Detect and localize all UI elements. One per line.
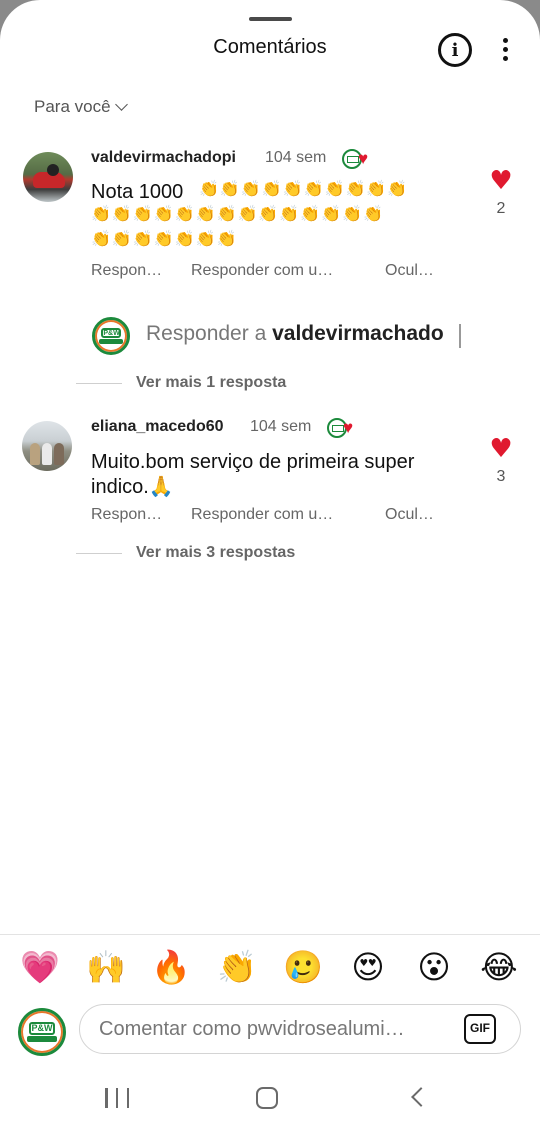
reply-with-button[interactable]: Responder com u… — [191, 262, 385, 280]
comment-username[interactable]: eliana_macedo60 — [91, 418, 224, 436]
hide-button[interactable]: Ocul… — [385, 506, 434, 524]
author-liked-badge-icon: ♥ — [342, 149, 376, 169]
comment-actions: Respon… Responder com u… Ocul… — [91, 262, 434, 280]
fire-emoji-icon[interactable]: 🔥 — [151, 947, 191, 987]
surprised-emoji-icon[interactable]: 😮 — [414, 947, 454, 987]
comment-input-placeholder: Comentar como pwvidrosealumi… — [99, 1018, 405, 1040]
smiling-tear-emoji-icon[interactable]: 🥲 — [283, 947, 323, 987]
gif-button[interactable]: GIF — [464, 1014, 496, 1044]
clapping-hands-emoji-icon[interactable]: 👏 — [217, 947, 257, 987]
pink-heart-emoji-icon[interactable]: 💗 — [20, 947, 60, 987]
recent-apps-icon[interactable] — [105, 1088, 129, 1108]
divider — [0, 934, 540, 935]
avatar[interactable] — [22, 421, 72, 471]
hide-button[interactable]: Ocul… — [385, 262, 434, 280]
comment-text: Nota 1000 — [91, 181, 184, 203]
heart-eyes-emoji-icon[interactable]: 😍 — [348, 947, 388, 987]
home-icon[interactable] — [256, 1087, 278, 1109]
text-caret — [459, 324, 461, 348]
chevron-down-icon — [114, 98, 128, 111]
view-more-replies[interactable]: Ver mais 3 respostas — [76, 544, 295, 562]
comment-text: Muito.bom serviço de primeira super — [91, 451, 415, 473]
reply-with-button[interactable]: Responder com u… — [191, 506, 385, 524]
reply-button[interactable]: Respon… — [91, 506, 191, 524]
system-nav-bar — [0, 1070, 540, 1131]
back-icon[interactable] — [411, 1087, 431, 1107]
raising-hands-emoji-icon[interactable]: 🙌 — [86, 947, 126, 987]
drag-handle[interactable] — [249, 17, 292, 21]
like-count: 3 — [496, 468, 506, 485]
comment-actions: Respon… Responder com u… Ocul… — [91, 506, 434, 524]
comment-input[interactable]: Comentar como pwvidrosealumi… GIF — [79, 1004, 521, 1054]
info-icon[interactable]: i — [438, 33, 472, 67]
laughing-tears-emoji-icon[interactable]: 😂 — [479, 947, 519, 987]
heart-icon[interactable]: ♥ — [489, 436, 513, 462]
heart-icon[interactable]: ♥ — [489, 168, 513, 194]
view-more-replies[interactable]: Ver mais 1 resposta — [76, 374, 286, 392]
sort-filter-dropdown[interactable]: Para você — [34, 97, 128, 117]
author-liked-badge-icon: ♥ — [327, 418, 361, 438]
comment-time: 104 sem — [265, 149, 327, 166]
avatar: P&W — [18, 1008, 66, 1056]
comment-text: indico.🙏 — [91, 476, 174, 498]
clap-emojis: 👏👏👏👏👏👏👏👏👏👏👏👏👏👏 — [91, 204, 384, 223]
comments-sheet: Comentários i Para você valdevirmachadop… — [0, 0, 540, 1131]
avatar: P&W — [92, 317, 130, 355]
sort-filter-label: Para você — [34, 97, 111, 116]
reply-button[interactable]: Respon… — [91, 262, 191, 280]
like-count: 2 — [496, 200, 506, 217]
clap-emojis: 👏👏👏👏👏👏👏👏👏👏 — [199, 179, 409, 198]
avatar[interactable] — [23, 152, 73, 202]
comment-username[interactable]: valdevirmachadopi — [91, 149, 236, 167]
clap-emojis: 👏👏👏👏👏👏👏 — [91, 229, 238, 248]
comment-time: 104 sem — [250, 418, 312, 435]
quick-reactions-bar: 💗 🙌 🔥 👏 🥲 😍 😮 😂 — [0, 947, 540, 991]
more-options-icon[interactable] — [500, 38, 510, 64]
reply-input[interactable]: Responder a valdevirmachado — [146, 322, 462, 346]
